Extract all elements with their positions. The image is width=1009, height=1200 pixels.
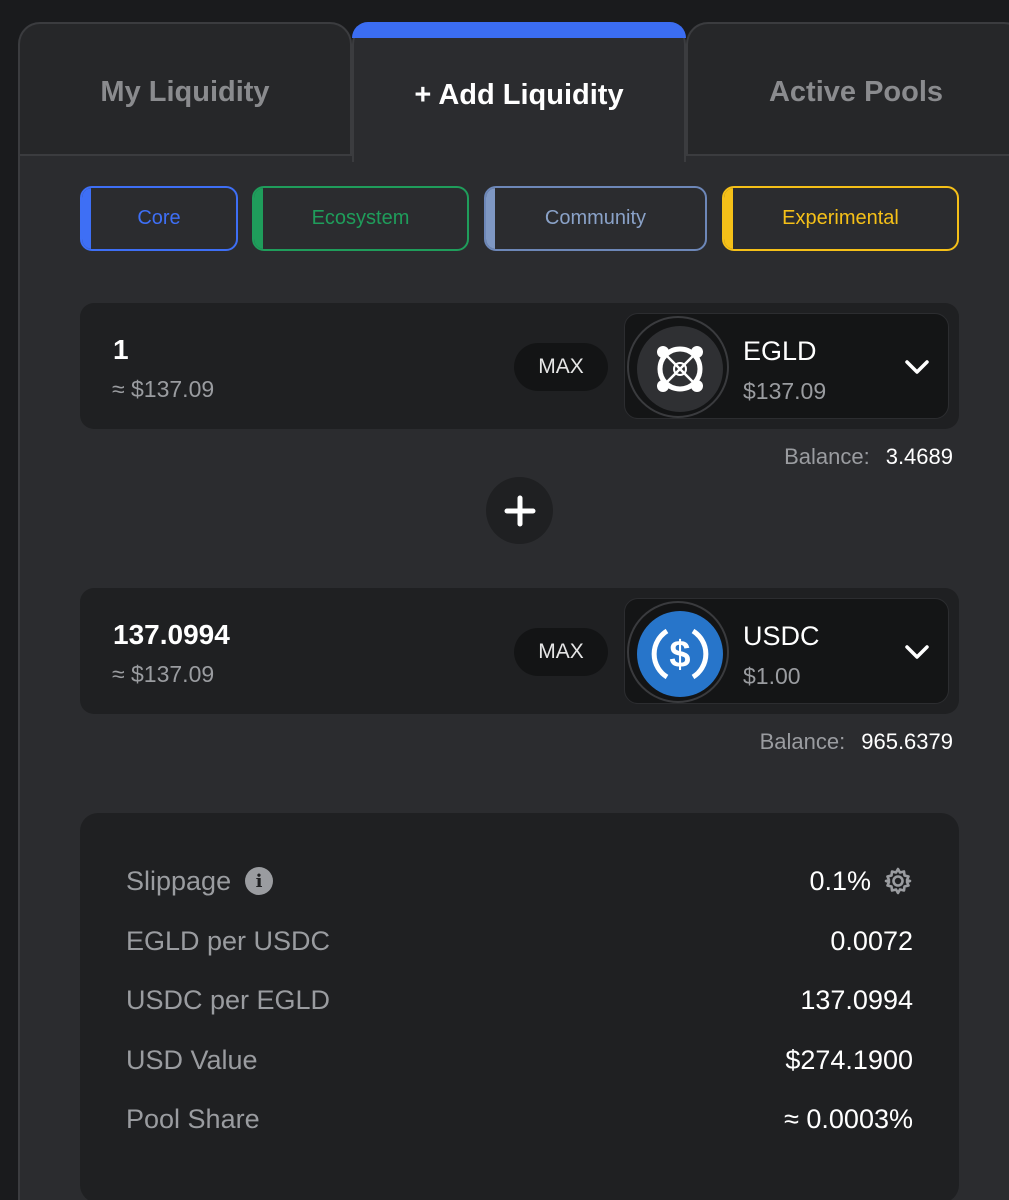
- token-a-usd-approx: ≈ $137.09: [112, 376, 215, 402]
- usdc-per-egld-value: 137.0994: [800, 984, 913, 1015]
- egld-logo-icon: [637, 326, 723, 412]
- slippage-value: 0.1%: [809, 865, 871, 896]
- category-color-bar: [82, 188, 91, 249]
- pool-share-value: ≈ 0.0003%: [784, 1103, 913, 1134]
- token-b-balance-label: Balance:: [759, 729, 846, 754]
- category-experimental-label: Experimental: [782, 207, 899, 229]
- panel-divider-right: [684, 154, 1009, 156]
- tab-active-pools[interactable]: Active Pools: [686, 22, 1009, 156]
- info-icon[interactable]: i: [245, 867, 274, 895]
- pool-share-label: Pool Share: [126, 1103, 260, 1134]
- chevron-down-icon: [905, 645, 929, 659]
- category-core-button[interactable]: Core: [80, 186, 238, 251]
- category-ecosystem-label: Ecosystem: [311, 207, 410, 229]
- liquidity-summary-box: Slippage i 0.1% EGLD per USDC 0.0072 USD…: [80, 813, 959, 1200]
- category-color-bar: [254, 188, 263, 249]
- category-color-bar: [486, 188, 495, 249]
- token-a-input-row: 1 ≈ $137.09 MAX EGLD $137.09: [80, 303, 959, 429]
- usdc-per-egld-label: USDC per EGLD: [126, 984, 331, 1015]
- token-a-logo-ring: [627, 316, 729, 418]
- summary-row-usdc-per-egld: USDC per EGLD 137.0994: [126, 980, 913, 1020]
- token-b-selector[interactable]: $ USDC $1.00: [624, 598, 949, 704]
- token-b-max-button[interactable]: MAX: [514, 628, 608, 676]
- category-community-label: Community: [544, 207, 647, 229]
- egld-logo-svg: [657, 346, 703, 392]
- token-b-price: $1.00: [743, 663, 801, 689]
- plus-icon: [486, 477, 553, 544]
- summary-row-egld-per-usdc: EGLD per USDC 0.0072: [126, 921, 913, 961]
- tab-add-liquidity-label: + Add Liquidity: [414, 78, 624, 111]
- tab-my-liquidity-label: My Liquidity: [100, 75, 270, 108]
- tab-my-liquidity[interactable]: My Liquidity: [18, 22, 352, 156]
- tab-active-indicator: [352, 22, 686, 38]
- token-b-symbol: USDC: [743, 621, 820, 651]
- svg-text:$: $: [669, 634, 690, 676]
- category-experimental-button[interactable]: Experimental: [722, 186, 959, 251]
- chevron-down-icon: [905, 360, 929, 374]
- token-a-max-button[interactable]: MAX: [514, 343, 608, 391]
- slippage-label-group: Slippage i: [126, 865, 274, 897]
- category-ecosystem-button[interactable]: Ecosystem: [252, 186, 469, 251]
- add-liquidity-screen: My Liquidity Active Pools + Add Liquidit…: [0, 0, 1009, 1200]
- token-a-balance-label: Balance:: [784, 444, 870, 469]
- token-b-input-row: 137.0994 ≈ $137.09 MAX $ USDC $1.00: [80, 588, 959, 714]
- category-community-button[interactable]: Community: [484, 186, 707, 251]
- token-a-selector[interactable]: EGLD $137.09: [624, 313, 949, 419]
- egld-per-usdc-value: 0.0072: [830, 925, 913, 956]
- usd-value-label: USD Value: [126, 1044, 258, 1075]
- slippage-value-group: 0.1%: [809, 866, 913, 897]
- token-b-balance-value: 965.6379: [861, 729, 953, 754]
- summary-row-usd-value: USD Value $274.1900: [126, 1040, 913, 1080]
- token-a-symbol: EGLD: [743, 336, 817, 366]
- usdc-logo-svg: $: [651, 628, 709, 680]
- egld-per-usdc-label: EGLD per USDC: [126, 925, 331, 956]
- usd-value-value: $274.1900: [785, 1044, 913, 1075]
- summary-row-slippage: Slippage i 0.1%: [126, 861, 913, 901]
- summary-row-pool-share: Pool Share ≈ 0.0003%: [126, 1099, 913, 1139]
- panel-divider-left: [18, 154, 354, 156]
- token-b-amount-input[interactable]: 137.0994: [113, 619, 230, 651]
- tab-active-pools-label: Active Pools: [768, 75, 944, 108]
- category-core-label: Core: [137, 207, 181, 229]
- usdc-logo-icon: $: [637, 611, 723, 697]
- token-a-balance: Balance: 3.4689: [784, 444, 953, 470]
- tab-add-liquidity[interactable]: + Add Liquidity: [352, 22, 686, 162]
- category-color-bar: [724, 188, 733, 249]
- token-b-usd-approx: ≈ $137.09: [112, 661, 215, 687]
- token-a-balance-value: 3.4689: [885, 444, 953, 469]
- token-b-balance: Balance: 965.6379: [760, 729, 953, 755]
- token-a-price: $137.09: [743, 378, 827, 404]
- token-a-amount-input[interactable]: 1: [113, 334, 129, 366]
- plus-icon-svg: [504, 495, 535, 526]
- token-b-logo-ring: $: [627, 601, 729, 703]
- gear-icon[interactable]: [883, 866, 913, 896]
- slippage-label: Slippage: [126, 865, 232, 896]
